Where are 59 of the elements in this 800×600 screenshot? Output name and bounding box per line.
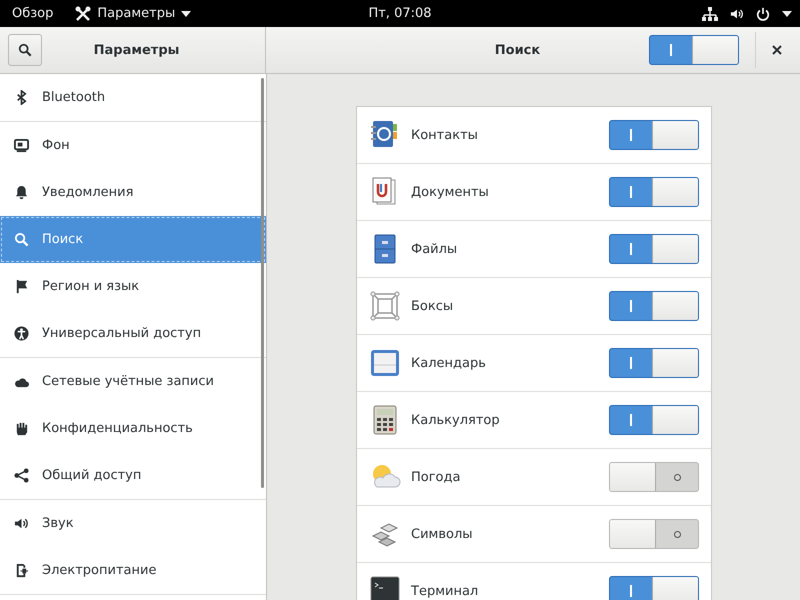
- search-button[interactable]: [8, 34, 42, 66]
- monitor-icon: [14, 138, 29, 153]
- toggle-switch[interactable]: [609, 519, 699, 549]
- toggle-switch[interactable]: [609, 405, 699, 435]
- terminal-icon: [369, 575, 401, 600]
- provider-name: Калькулятор: [411, 412, 501, 428]
- toggle-switch[interactable]: [609, 462, 699, 492]
- toggle-switch[interactable]: [609, 348, 699, 378]
- speaker-icon: [14, 516, 29, 531]
- power-icon[interactable]: [756, 6, 770, 20]
- provider-name: Терминал: [411, 584, 480, 598]
- sidebar-item[interactable]: Звук: [0, 500, 266, 547]
- sidebar-item[interactable]: Конфиденциальность: [0, 405, 266, 452]
- plug-icon: [14, 563, 29, 578]
- app-menu-button[interactable]: Параметры: [97, 6, 176, 21]
- panel-title: Поиск: [494, 42, 542, 58]
- caret-icon[interactable]: [181, 10, 192, 16]
- toggle-switch[interactable]: [609, 576, 699, 600]
- toggle-switch[interactable]: [609, 177, 699, 207]
- close-button[interactable]: [770, 43, 784, 57]
- sidebar-item[interactable]: Регион и язык: [0, 263, 266, 310]
- accessibility-icon: [14, 326, 29, 341]
- share-icon: [14, 468, 29, 483]
- calendar-icon: [369, 347, 401, 379]
- provider-name: Файлы: [411, 242, 458, 256]
- provider-name: Погода: [411, 470, 462, 484]
- sidebar-item[interactable]: Фон: [0, 122, 266, 169]
- sidebar-item[interactable]: Сетевые учётные записи: [0, 358, 266, 405]
- provider-name: Боксы: [411, 298, 454, 314]
- bell-icon: [14, 185, 29, 200]
- toggle-switch[interactable]: [649, 35, 739, 65]
- scrollbar[interactable]: [261, 78, 264, 488]
- sidebar-item[interactable]: Уведомления: [0, 169, 266, 216]
- toggle-switch[interactable]: [609, 234, 699, 264]
- provider-name: Документы: [411, 184, 490, 200]
- clock[interactable]: Пт, 07:08: [368, 6, 432, 21]
- tools-icon[interactable]: [75, 6, 92, 22]
- off-mark-icon: [674, 530, 680, 538]
- search-icon: [14, 232, 29, 247]
- toggle-switch[interactable]: [609, 291, 699, 321]
- cube-icon: [369, 290, 401, 322]
- provider-name: Контакты: [411, 128, 479, 142]
- activities-button[interactable]: Обзор: [12, 6, 54, 21]
- off-mark-icon: [674, 474, 680, 480]
- sidebar-item[interactable]: Электропитание: [0, 547, 266, 594]
- window-title: Параметры: [92, 42, 180, 58]
- toggle-switch[interactable]: [609, 120, 699, 150]
- provider-name: Календарь: [411, 356, 487, 370]
- bluetooth-icon: [14, 90, 29, 105]
- provider-name: Символы: [411, 526, 474, 542]
- sidebar-item[interactable]: Универсальный доступ: [0, 310, 266, 357]
- hand-icon: [14, 421, 29, 436]
- network-icon[interactable]: [702, 6, 718, 20]
- sidebar-item[interactable]: Общий доступ: [0, 452, 266, 499]
- flag-icon: [14, 279, 29, 294]
- sidebar-item[interactable]: Bluetooth: [0, 74, 266, 121]
- caret-icon[interactable]: [782, 10, 792, 16]
- close-icon: [772, 45, 782, 55]
- search-icon: [18, 43, 32, 57]
